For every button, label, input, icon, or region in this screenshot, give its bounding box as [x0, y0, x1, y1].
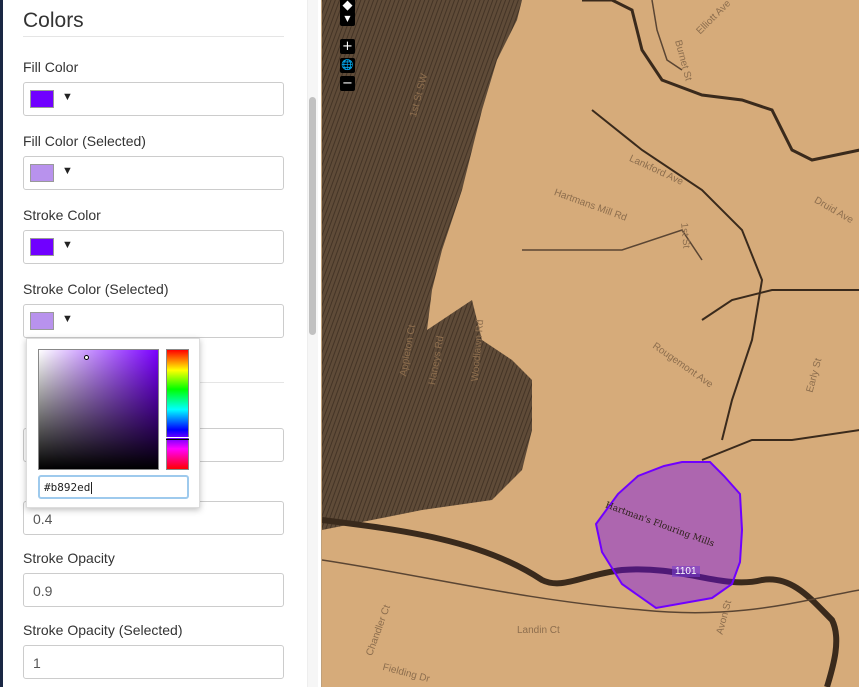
hue-handle[interactable] — [166, 437, 189, 440]
hex-color-input[interactable]: #b892ed — [38, 475, 189, 499]
stroke-color-picker[interactable]: ▼ — [23, 230, 284, 264]
title-divider — [23, 36, 284, 37]
chevron-down-icon[interactable]: ▼ — [340, 11, 355, 26]
stroke-color-selected-picker[interactable]: ▼ — [23, 304, 284, 338]
stroke-color-swatch[interactable] — [30, 238, 54, 256]
saturation-value-field[interactable] — [38, 349, 159, 470]
zoom-out-button[interactable]: − — [340, 76, 355, 91]
chevron-down-icon[interactable]: ▼ — [62, 91, 73, 103]
stroke-opacity-label: Stroke Opacity — [23, 550, 115, 566]
map-view[interactable]: ◆ ▼ + 🌐 − Elliott Ave Burnet St Lankford… — [321, 0, 859, 687]
street-label: Landin Ct — [517, 625, 560, 636]
street-label: 1st St — [678, 222, 692, 249]
chevron-down-icon[interactable]: ▼ — [62, 165, 73, 177]
fill-color-label: Fill Color — [23, 59, 79, 75]
section-divider — [198, 382, 284, 383]
stroke-opacity-input[interactable]: 0.9 — [23, 573, 284, 607]
chevron-down-icon[interactable]: ▼ — [62, 313, 73, 325]
fill-opacity-selected-value: 0.4 — [33, 511, 53, 527]
fill-color-selected-picker[interactable]: ▼ — [23, 156, 284, 190]
stroke-opacity-selected-label: Stroke Opacity (Selected) — [23, 622, 183, 638]
zoom-in-button[interactable]: + — [340, 39, 355, 54]
panel-scrollbar-thumb[interactable] — [309, 97, 316, 335]
polygon-label: 1101 — [672, 566, 700, 577]
stroke-opacity-selected-input[interactable]: 1 — [23, 645, 284, 679]
stroke-opacity-selected-value: 1 — [33, 655, 41, 671]
stroke-opacity-value: 0.9 — [33, 583, 53, 599]
colors-panel: Colors Fill Color ▼ Fill Color (Selected… — [3, 0, 321, 687]
historic-map-layer — [322, 0, 859, 687]
text-cursor — [91, 482, 93, 494]
stroke-color-selected-label: Stroke Color (Selected) — [23, 281, 169, 297]
saturation-handle[interactable] — [84, 355, 89, 360]
fill-color-swatch[interactable] — [30, 90, 54, 108]
panel-title: Colors — [23, 9, 84, 32]
fill-color-selected-label: Fill Color (Selected) — [23, 133, 146, 149]
chevron-down-icon[interactable]: ▼ — [62, 239, 73, 251]
fill-color-selected-swatch[interactable] — [30, 164, 54, 182]
stroke-color-selected-swatch[interactable] — [30, 312, 54, 330]
fill-color-picker[interactable]: ▼ — [23, 82, 284, 116]
stroke-color-label: Stroke Color — [23, 207, 101, 223]
hue-slider[interactable] — [166, 349, 189, 470]
globe-icon[interactable]: 🌐 — [340, 58, 355, 73]
hex-color-value: #b892ed — [44, 481, 91, 494]
color-picker-popover: #b892ed — [26, 338, 200, 508]
